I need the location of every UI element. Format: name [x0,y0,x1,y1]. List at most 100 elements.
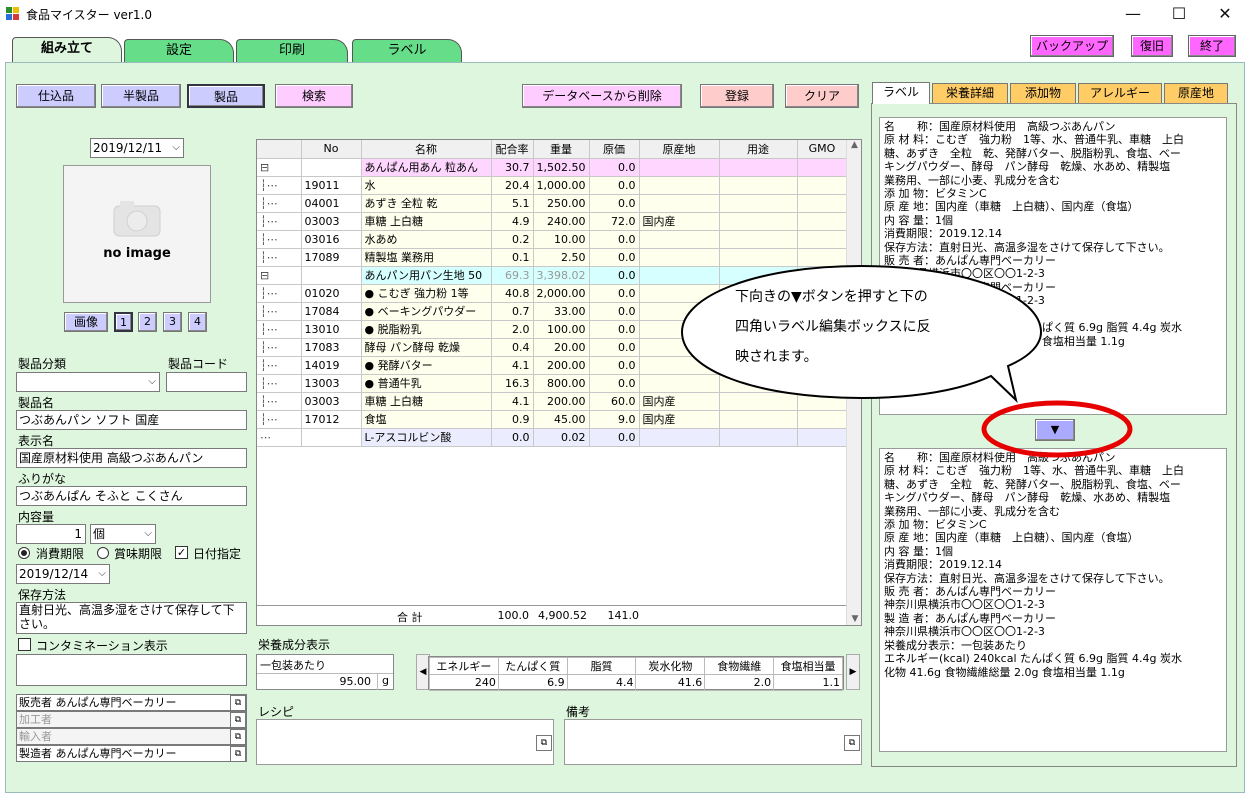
image-button[interactable]: 画像 [64,312,108,332]
exit-button[interactable]: 終了 [1188,35,1236,57]
per-package-label: 一包装あたり [260,659,326,672]
name-cell: 車糖 上白糖 [361,392,492,411]
nutrition-scroll-right-icon[interactable]: ▶ [846,654,860,690]
weight-cell: 800.00 [533,374,590,393]
right-tab-origin[interactable]: 原産地 [1164,83,1228,103]
code-input[interactable] [166,372,247,392]
nut-value-salt: 1.1 [773,674,843,691]
category-label: 製品分類 [18,357,67,371]
grid-header-gmo[interactable]: GMO [797,140,848,159]
delete-from-db-button[interactable]: データベースから削除 [522,84,682,108]
grid-header-usage[interactable]: 用途 [719,140,798,159]
importer-lookup-icon[interactable]: ⧉ [230,729,246,745]
close-button[interactable]: ✕ [1202,2,1248,26]
notes-input[interactable] [564,719,862,765]
tab-label[interactable]: ラベル [352,39,462,63]
contamination-input[interactable] [16,654,247,686]
shikomi-button[interactable]: 仕込品 [16,84,96,108]
seihin-button[interactable]: 製品 [187,84,265,108]
name-label: 製品名 [18,396,55,410]
weight-cell: 250.00 [533,194,590,213]
search-button[interactable]: 検索 [275,84,353,108]
contamination-checkbox[interactable] [18,638,31,651]
grid-header-weight[interactable]: 重量 [533,140,590,159]
right-tab-label[interactable]: ラベル [872,82,930,104]
register-button[interactable]: 登録 [700,84,774,108]
name-input[interactable]: つぶあんパン ソフト 国産 [16,410,247,430]
table-row[interactable]: ┆⋯ 04001 あずき 全粒 乾 5.1 250.00 0.0 [257,194,848,213]
expiry-radio-best-label: 賞味期限 [114,547,163,561]
weight-cell: 240.00 [533,212,590,231]
scroll-up-icon[interactable]: ▲ [847,140,861,150]
rate-cell: 0.7 [491,302,534,321]
date-specify-checkbox[interactable]: ✓ [175,546,188,559]
table-row[interactable]: ┆⋯ 19011 水 20.4 1,000.00 0.0 [257,176,848,195]
display-name-input[interactable]: 国産原材料使用 高級つぶあんパン [16,448,247,468]
date-specify-label: 日付指定 [193,547,242,561]
recipe-input[interactable] [256,719,554,765]
right-tab-nutrition[interactable]: 栄養詳細 [932,83,1008,103]
tree-cell: ┆⋯ [257,320,302,339]
expiry-radio-consume[interactable] [18,547,30,559]
grid-header-rate[interactable]: 配合率 [491,140,534,159]
usage-cell [719,410,798,429]
minimize-button[interactable]: — [1110,2,1156,26]
label-edit-box[interactable]: 名 称：国産原材料使用 高級つぶあんパン 原 材 料：こむぎ 強力粉 1等、水、… [879,448,1227,752]
total-rate: 100.0 [497,609,530,622]
seller-field[interactable]: 販売者 あんぱん専門ベーカリー [16,694,247,711]
manufacturer-field[interactable]: 製造者 あんぱん専門ベーカリー [16,745,247,762]
right-tab-additives[interactable]: 添加物 [1010,83,1076,103]
grid-header-name[interactable]: 名称 [361,140,492,159]
rate-cell: 20.4 [491,176,534,195]
tab-settings[interactable]: 設定 [124,39,234,63]
per-package-value[interactable]: 95.00 [297,675,372,688]
hanseihin-button[interactable]: 半製品 [101,84,181,108]
furigana-input[interactable]: つぶあんぱん そふと こくさん [16,486,247,506]
processor-field[interactable]: 加工者 [16,711,247,728]
gmo-cell [797,194,848,213]
recipe-lookup-icon[interactable]: ⧉ [536,735,552,751]
seller-lookup-icon[interactable]: ⧉ [230,695,246,711]
expiry-date-picker[interactable]: 2019/12/14 ⌵ [16,564,110,584]
notes-lookup-icon[interactable]: ⧉ [844,735,860,751]
tab-assemble[interactable]: 組み立て [12,37,122,63]
table-row[interactable]: ┆⋯ 03003 車糖 上白糖 4.9 240.00 72.0 国内産 [257,212,848,231]
origin-cell [639,230,720,249]
nutrition-table: エネルギー たんぱく質 脂質 炭水化物 食物繊維 食塩相当量 240 6.9 4… [428,656,844,691]
grid-header-cost[interactable]: 原価 [589,140,640,159]
tree-cell: ┆⋯ [257,284,302,303]
table-row[interactable]: ⊟ あんぱん用あん 粒あん 30.7 1,502.50 0.0 [257,158,848,177]
storage-input[interactable]: 直射日光、高温多湿をさけて保存して下さい。 [16,602,247,634]
tree-cell: ┆⋯ [257,392,302,411]
expiry-radio-best[interactable] [97,547,109,559]
content-unit-select[interactable]: 個 ⌵ [90,524,156,544]
tree-cell: ┆⋯ [257,356,302,375]
title-bar: 食品マイスター ver1.0 — ☐ ✕ [0,0,1249,28]
grid-header-origin[interactable]: 原産地 [639,140,720,159]
chevron-down-icon: ⌵ [144,528,152,539]
processor-lookup-icon[interactable]: ⧉ [230,712,246,728]
scroll-down-icon[interactable]: ▼ [847,614,861,624]
importer-field[interactable]: 輸入者 [16,728,247,745]
image-page-2[interactable]: 2 [138,312,157,332]
clear-button[interactable]: クリア [785,84,859,108]
backup-button[interactable]: バックアップ [1030,35,1114,57]
table-row[interactable]: ┆⋯ 03016 水あめ 0.2 10.00 0.0 [257,230,848,249]
grid-header-no[interactable]: No [301,140,362,159]
image-page-1[interactable]: 1 [114,312,133,332]
usage-cell [719,194,798,213]
table-row[interactable]: ┆⋯ 17012 食塩 0.9 45.00 9.0 国内産 [257,410,848,429]
restore-button[interactable]: 復旧 [1131,35,1173,57]
category-select[interactable]: ⌵ [16,372,160,392]
maximize-button[interactable]: ☐ [1156,2,1202,26]
image-page-3[interactable]: 3 [163,312,182,332]
date-picker[interactable]: 2019/12/11 ⌵ [90,138,184,158]
content-qty-input[interactable]: 1 [16,524,86,544]
right-tab-allergy[interactable]: アレルギー [1078,83,1162,103]
tree-cell: ┆⋯ [257,212,302,231]
image-page-4[interactable]: 4 [188,312,207,332]
tab-print[interactable]: 印刷 [236,39,348,63]
name-cell: 食塩 [361,410,492,429]
table-row[interactable]: ⋯ L-アスコルビン酸 0.0 0.02 0.0 [257,428,848,447]
manufacturer-lookup-icon[interactable]: ⧉ [230,746,246,762]
